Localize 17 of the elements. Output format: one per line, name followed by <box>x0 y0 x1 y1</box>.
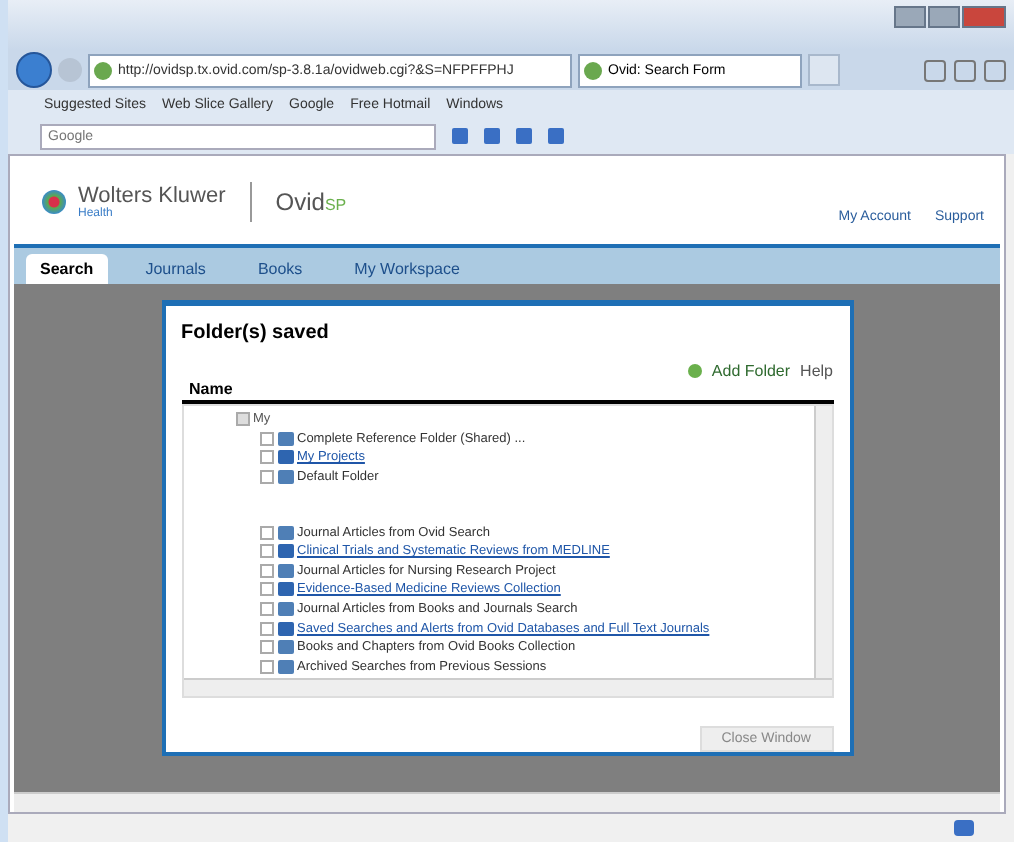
action-link[interactable]: Help <box>800 362 833 380</box>
nav-tab[interactable]: Search <box>26 254 108 284</box>
dialog-title: Folder(s) saved <box>181 322 331 344</box>
back-button[interactable] <box>16 52 52 88</box>
action-link[interactable]: Add Folder <box>711 362 791 380</box>
maximize-button[interactable] <box>928 6 960 28</box>
column-header: Name <box>181 380 833 404</box>
nav-tab[interactable]: My Workspace <box>340 254 474 284</box>
new-tab-button[interactable] <box>808 54 840 86</box>
minimize-button[interactable] <box>894 6 926 28</box>
nav-tab[interactable]: Journals <box>131 254 220 284</box>
nav-tab[interactable]: Books <box>243 254 317 284</box>
product-name: OvidSP <box>275 188 347 216</box>
scrollbar[interactable] <box>14 792 1000 812</box>
scrollbar[interactable] <box>183 678 831 696</box>
expander-icon[interactable] <box>235 412 249 427</box>
brand-name: Wolters Kluwer <box>78 184 226 208</box>
